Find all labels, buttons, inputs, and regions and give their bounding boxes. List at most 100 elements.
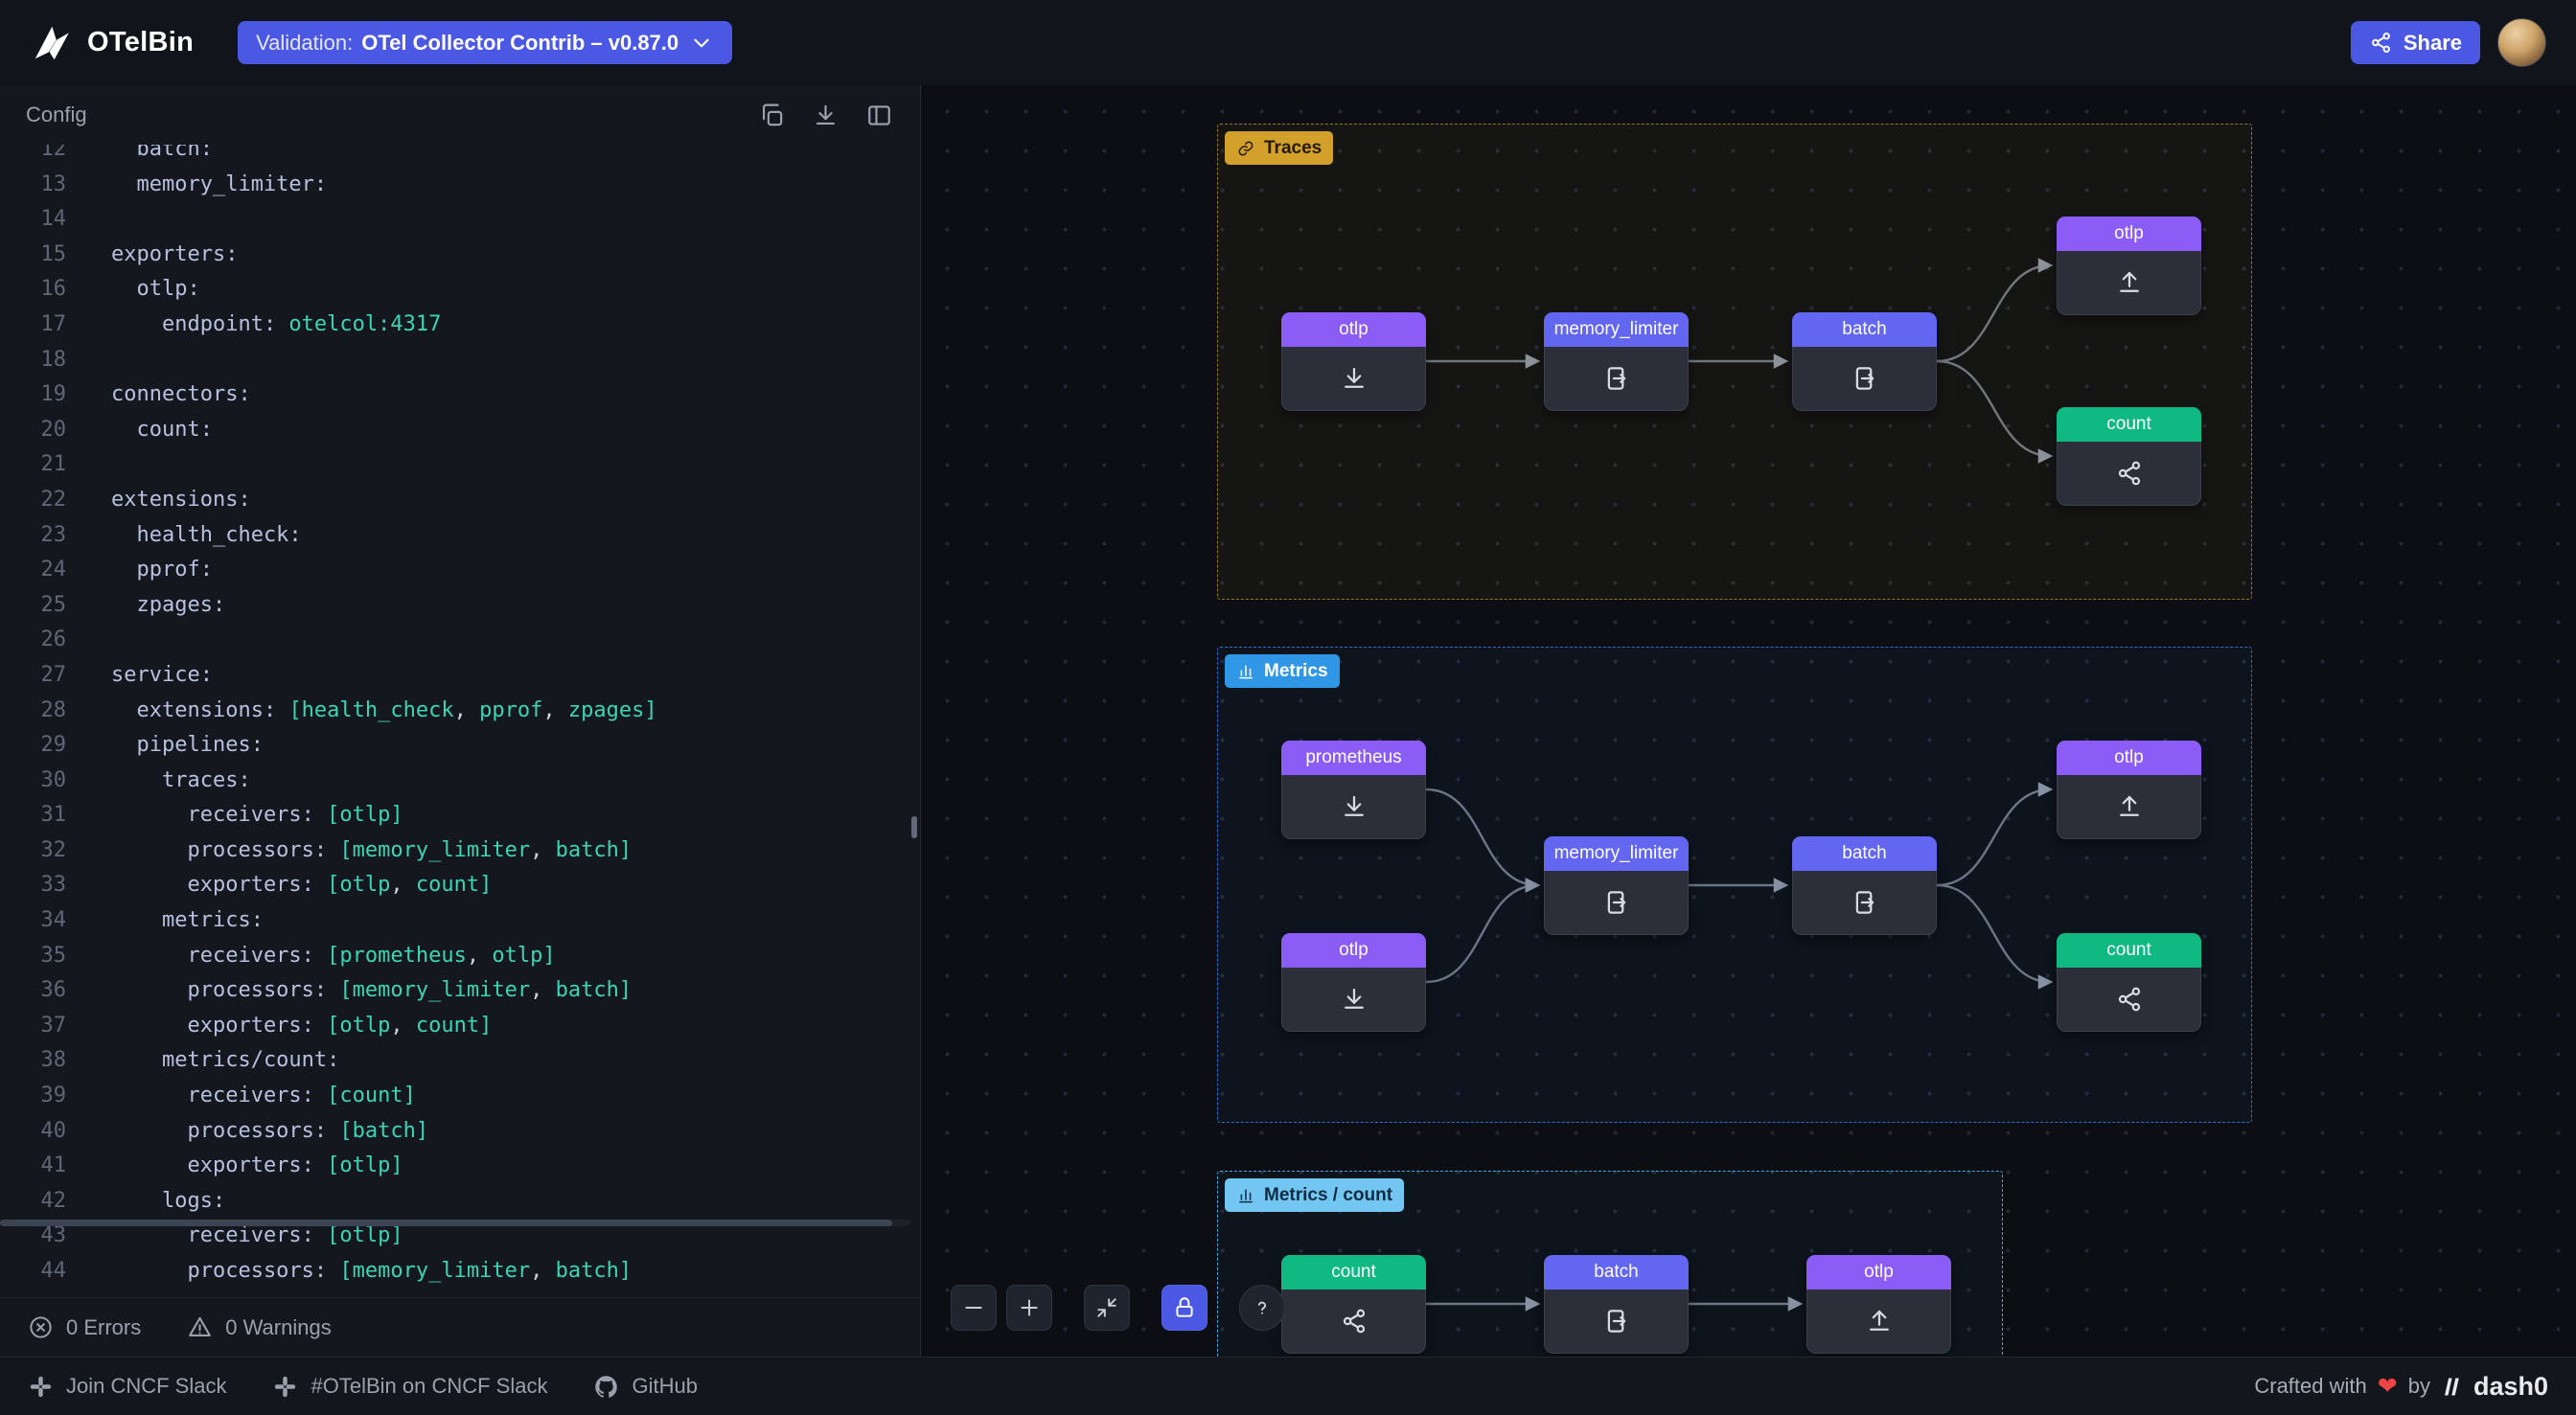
minus-icon <box>961 1295 986 1320</box>
code-line[interactable]: 30 traces: <box>0 764 920 799</box>
code-text <box>66 623 111 658</box>
code-line[interactable]: 24 pprof: <box>0 553 920 588</box>
group-label-traces[interactable]: Traces <box>1225 131 1333 165</box>
pipeline-node-count[interactable]: count <box>1281 1255 1426 1354</box>
errors-status[interactable]: 0 Errors <box>28 1314 141 1340</box>
code-line[interactable]: 29 pipelines: <box>0 728 920 764</box>
code-line[interactable]: 34 metrics: <box>0 903 920 939</box>
chevron-down-icon <box>678 31 714 56</box>
code-text: zpages: <box>66 588 225 624</box>
config-panel-title: Config <box>26 103 87 127</box>
code-line[interactable]: 23 health_check: <box>0 518 920 554</box>
code-line[interactable]: 16 otlp: <box>0 272 920 308</box>
zoom-in-button[interactable] <box>1006 1285 1052 1331</box>
line-number: 29 <box>0 728 66 764</box>
code-line[interactable]: 17 endpoint: otelcol:4317 <box>0 308 920 343</box>
editor-vertical-scrollbar[interactable] <box>911 816 917 838</box>
code-line[interactable]: 15exporters: <box>0 238 920 273</box>
help-button[interactable] <box>1239 1285 1285 1331</box>
code-line[interactable]: 28 extensions: [health_check, pprof, zpa… <box>0 694 920 729</box>
code-line[interactable]: 40 processors: [batch] <box>0 1114 920 1150</box>
code-line[interactable]: 36 processors: [memory_limiter, batch] <box>0 973 920 1009</box>
pipeline-node-batch[interactable]: batch <box>1544 1255 1689 1354</box>
link-icon <box>1236 139 1255 158</box>
node-body <box>2058 442 2200 504</box>
code-line[interactable]: 32 processors: [memory_limiter, batch] <box>0 833 920 869</box>
validation-dropdown[interactable]: Validation: OTel Collector Contrib – v0.… <box>238 21 732 64</box>
code-editor[interactable]: 12 batch:13 memory_limiter:1415exporters… <box>0 145 920 1289</box>
code-line[interactable]: 19connectors: <box>0 377 920 413</box>
node-body <box>1282 1289 1425 1352</box>
code-line[interactable]: 35 receivers: [prometheus, otlp] <box>0 939 920 974</box>
pipeline-node-otlp[interactable]: otlp <box>1806 1255 1951 1354</box>
code-line[interactable]: 20 count: <box>0 413 920 448</box>
line-number: 31 <box>0 798 66 833</box>
footer-link-github[interactable]: GitHub <box>593 1374 697 1400</box>
code-line[interactable]: 26 <box>0 623 920 658</box>
code-line[interactable]: 41 exporters: [otlp] <box>0 1149 920 1184</box>
canvas-controls <box>951 1285 1285 1331</box>
code-line[interactable]: 25 zpages: <box>0 588 920 624</box>
code-text: exporters: [otlp, count] <box>66 868 492 903</box>
code-line[interactable]: 39 receivers: [count] <box>0 1079 920 1114</box>
pipeline-node-otlp[interactable]: otlp <box>1281 312 1426 411</box>
file-output-icon <box>1602 364 1631 393</box>
dash0-logo[interactable]: dash0 <box>2441 1372 2548 1402</box>
group-label-metrics[interactable]: Metrics <box>1225 654 1340 688</box>
code-line[interactable]: 33 exporters: [otlp, count] <box>0 868 920 903</box>
group-label-metrics-count[interactable]: Metrics / count <box>1225 1178 1404 1212</box>
file-output-icon <box>1602 1307 1631 1335</box>
code-line[interactable]: 44 processors: [memory_limiter, batch] <box>0 1254 920 1289</box>
pipeline-node-batch[interactable]: batch <box>1792 312 1937 411</box>
pipeline-group-metrics[interactable]: Metrics <box>1217 647 2252 1123</box>
fit-view-button[interactable] <box>1084 1285 1130 1331</box>
heart-icon: ❤ <box>2378 1375 2398 1399</box>
pipeline-node-count[interactable]: count <box>2057 407 2201 506</box>
question-icon <box>1250 1295 1275 1320</box>
footer-link-otelbin-on-cncf-slack[interactable]: #OTelBin on CNCF Slack <box>272 1374 547 1400</box>
pipeline-node-count[interactable]: count <box>2057 933 2201 1032</box>
pipeline-node-memory-limiter[interactable]: memory_limiter <box>1544 836 1689 935</box>
pipeline-node-memory-limiter[interactable]: memory_limiter <box>1544 312 1689 411</box>
warnings-status[interactable]: 0 Warnings <box>187 1314 331 1340</box>
pipeline-node-otlp[interactable]: otlp <box>2057 741 2201 839</box>
line-number: 37 <box>0 1009 66 1044</box>
group-label-text: Metrics / count <box>1264 1185 1392 1206</box>
credit: Crafted with ❤ by dash0 <box>2254 1372 2548 1402</box>
lock-button[interactable] <box>1162 1285 1208 1331</box>
editor-horizontal-scrollbar[interactable] <box>0 1220 910 1226</box>
config-toolbar: Config <box>0 85 920 145</box>
node-header: otlp <box>1281 933 1426 968</box>
line-number: 19 <box>0 377 66 413</box>
line-number: 42 <box>0 1184 66 1220</box>
share-icon <box>1340 1307 1368 1335</box>
line-number: 15 <box>0 238 66 273</box>
user-avatar[interactable] <box>2497 18 2546 67</box>
code-line[interactable]: 21 <box>0 447 920 483</box>
pipeline-node-otlp[interactable]: otlp <box>1281 933 1426 1032</box>
scrollbar-thumb[interactable] <box>0 1220 892 1226</box>
code-line[interactable]: 12 batch: <box>0 145 920 168</box>
footer-link-join-cncf-slack[interactable]: Join CNCF Slack <box>28 1374 226 1400</box>
share-button[interactable]: Share <box>2351 21 2480 64</box>
code-line[interactable]: 38 metrics/count: <box>0 1043 920 1079</box>
download-config-button[interactable] <box>812 101 840 129</box>
pipeline-node-prometheus[interactable]: prometheus <box>1281 741 1426 839</box>
copy-config-button[interactable] <box>758 101 787 129</box>
code-line[interactable]: 14 <box>0 202 920 238</box>
code-line[interactable]: 42 logs: <box>0 1184 920 1220</box>
pipeline-node-batch[interactable]: batch <box>1792 836 1937 935</box>
code-line[interactable]: 18 <box>0 343 920 378</box>
pipeline-canvas[interactable]: Tracesotlpmemory_limiterbatchotlpcountMe… <box>921 85 2576 1357</box>
zoom-out-button[interactable] <box>951 1285 997 1331</box>
code-line[interactable]: 22extensions: <box>0 483 920 518</box>
pipeline-node-otlp[interactable]: otlp <box>2057 217 2201 315</box>
code-line[interactable]: 13 memory_limiter: <box>0 168 920 203</box>
top-bar: OTelBin Validation: OTel Collector Contr… <box>0 0 2576 85</box>
collapse-panel-button[interactable] <box>865 101 894 129</box>
fit-view-icon <box>1094 1295 1119 1320</box>
code-line[interactable]: 27service: <box>0 658 920 694</box>
code-line[interactable]: 37 exporters: [otlp, count] <box>0 1009 920 1044</box>
node-header: batch <box>1792 312 1937 347</box>
code-line[interactable]: 31 receivers: [otlp] <box>0 798 920 833</box>
